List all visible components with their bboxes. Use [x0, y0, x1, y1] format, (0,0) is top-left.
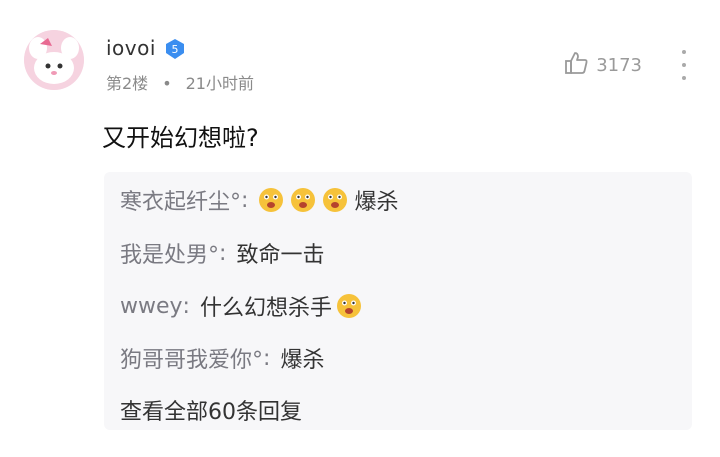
reply-item[interactable]: wwey : 什么幻想杀手 — [120, 290, 368, 322]
reply-separator: : — [263, 345, 271, 371]
timestamp: 21小时前 — [185, 74, 254, 93]
reply-item[interactable]: 寒衣起纤尘° : 爆杀 — [120, 184, 398, 216]
comment-text: 又开始幻想啦? — [102, 124, 259, 152]
reply-text: 致命一击 — [236, 243, 325, 268]
like-button[interactable]: 3173 — [564, 50, 642, 81]
post-meta: 第2楼 • 21小时前 — [106, 70, 254, 94]
reply-author[interactable]: 狗哥哥我爱你° — [120, 342, 263, 374]
reply-item[interactable]: 我是处男° : 致命一击 — [120, 237, 324, 269]
reply-separator: : — [241, 187, 249, 213]
view-all-replies-link[interactable]: 查看全部60条回复 — [120, 394, 302, 426]
meta-dot: • — [162, 74, 172, 93]
verified-badge-icon: 5 — [164, 38, 186, 60]
reply-separator: : — [219, 240, 227, 266]
svg-text:5: 5 — [172, 43, 179, 56]
emoji-icon — [291, 188, 316, 212]
reply-list: 寒衣起纤尘° : 爆杀 我是处男° : 致命一击 wwey : 什么幻想杀手 狗… — [104, 172, 692, 430]
reply-author[interactable]: 寒衣起纤尘° — [120, 184, 241, 216]
emoji-icon — [259, 188, 284, 212]
reply-separator: : — [182, 293, 190, 319]
reply-author[interactable]: wwey — [120, 294, 183, 319]
emoji-icon — [336, 294, 361, 318]
reply-text: 爆杀 — [354, 190, 399, 215]
more-icon[interactable] — [680, 50, 688, 80]
like-count: 3173 — [596, 55, 642, 76]
reply-text: 什么幻想杀手 — [199, 296, 332, 321]
avatar[interactable] — [24, 30, 84, 90]
reply-author[interactable]: 我是处男° — [120, 237, 219, 269]
reply-item[interactable]: 狗哥哥我爱你° : 爆杀 — [120, 342, 324, 374]
emoji-icon — [323, 188, 348, 212]
floor-label: 第2楼 — [106, 74, 149, 93]
thumbs-up-icon — [564, 50, 590, 81]
username[interactable]: iovoi — [106, 36, 156, 60]
reply-text: 爆杀 — [280, 348, 325, 373]
